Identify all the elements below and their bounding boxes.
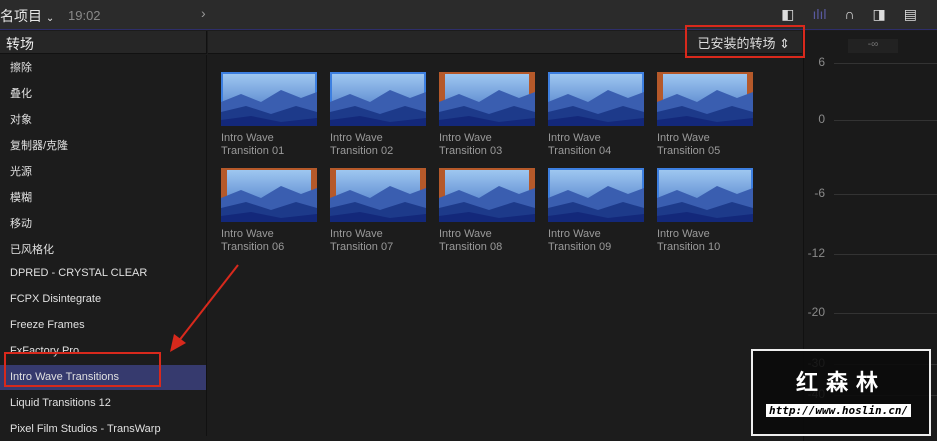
thumbnail-label: Intro Wave <box>330 228 383 240</box>
sidebar-item[interactable]: 叠化 <box>0 79 206 104</box>
sidebar-title: 转场 <box>0 31 207 54</box>
meter-scale-label: -12 <box>807 246 825 260</box>
thumbnail-label: Intro Wave <box>548 228 601 240</box>
thumbnail-label: Intro Wave <box>439 132 492 144</box>
annotation-box-selected <box>4 352 161 387</box>
transition-thumbnail[interactable]: Intro Wave Transition 04 <box>548 72 648 158</box>
sidebar-item[interactable]: 移动 <box>0 209 206 234</box>
chevron-right-icon[interactable]: › <box>201 5 206 21</box>
thumbnail-image <box>439 168 535 222</box>
annotation-box-filter <box>685 25 805 58</box>
thumbnail-label: Transition 02 <box>330 145 394 157</box>
meter-gridline <box>834 63 937 64</box>
transition-thumbnail[interactable]: Intro Wave Transition 06 <box>221 168 321 254</box>
thumbnail-label: Intro Wave <box>221 132 274 144</box>
thumbnail-label: Intro Wave <box>548 132 601 144</box>
thumbnail-image <box>548 168 644 222</box>
thumbnail-label: Transition 05 <box>657 145 721 157</box>
clip-skimming-icon[interactable]: ◧ <box>781 6 794 23</box>
sidebar-item[interactable]: 光源 <box>0 157 206 182</box>
thumbnail-image <box>657 168 753 222</box>
transition-thumbnail[interactable]: Intro Wave Transition 07 <box>330 168 430 254</box>
meter-gridline <box>834 194 937 195</box>
meter-scale-label: 0 <box>818 112 825 126</box>
thumbnail-label: Transition 08 <box>439 241 503 253</box>
transition-thumbnail[interactable]: Intro Wave Transition 01 <box>221 72 321 158</box>
meter-scale-label: -6 <box>814 186 825 200</box>
sidebar-item[interactable]: 已风格化 <box>0 235 206 260</box>
thumbnail-label: Intro Wave <box>439 228 492 240</box>
meter-scale-label: -20 <box>807 305 825 319</box>
meter-scale-label: 6 <box>818 55 825 69</box>
snapping-icon[interactable]: ◨ <box>873 6 886 23</box>
transition-thumbnail[interactable]: Intro Wave Transition 10 <box>657 168 757 254</box>
transition-thumbnail[interactable]: Intro Wave Transition 05 <box>657 72 757 158</box>
chevron-down-icon: ⌄ <box>45 13 55 24</box>
transition-thumbnail[interactable]: Intro Wave Transition 09 <box>548 168 648 254</box>
thumbnail-image <box>330 168 426 222</box>
thumbnail-label: Intro Wave <box>657 132 710 144</box>
duration: 19:02 <box>68 8 101 23</box>
peak-readout: -∞ <box>848 39 898 53</box>
annotation-arrow <box>170 264 239 352</box>
sidebar-item[interactable]: 复制器/克隆 <box>0 131 206 156</box>
project-menu[interactable]: 名项目 ⌄ <box>0 6 54 26</box>
thumbnail-image <box>657 72 753 126</box>
thumbnail-label: Transition 01 <box>221 145 285 157</box>
thumbnail-image <box>439 72 535 126</box>
meter-gridline <box>834 120 937 121</box>
thumbnail-image <box>330 72 426 126</box>
sidebar-item[interactable]: Pixel Film Studios - TransWarp <box>0 417 206 436</box>
thumbnail-image <box>221 168 317 222</box>
sidebar-item[interactable]: 模糊 <box>0 183 206 208</box>
thumbnail-label: Transition 04 <box>548 145 612 157</box>
meter-gridline <box>834 313 937 314</box>
film-icon[interactable]: ▤ <box>904 6 917 23</box>
transition-thumbnail[interactable]: Intro Wave Transition 03 <box>439 72 539 158</box>
thumbnail-label: Intro Wave <box>221 228 274 240</box>
thumbnail-label: Intro Wave <box>657 228 710 240</box>
sidebar-item[interactable]: 对象 <box>0 105 206 130</box>
meter-gridline <box>834 254 937 255</box>
transition-thumbnail[interactable]: Intro Wave Transition 08 <box>439 168 539 254</box>
thumbnail-label: Transition 07 <box>330 241 394 253</box>
transition-grid: Intro Wave Transition 01 Intro Wave Transit… <box>208 55 802 436</box>
thumbnail-label: Transition 03 <box>439 145 503 157</box>
watermark-title: 红森林 <box>795 370 886 395</box>
thumbnail-image <box>548 72 644 126</box>
watermark-url: http://www.hoslin.cn/ <box>766 404 912 417</box>
thumbnail-label: Transition 10 <box>657 241 721 253</box>
transition-thumbnail[interactable]: Intro Wave Transition 02 <box>330 72 430 158</box>
thumbnail-label: Transition 06 <box>221 241 285 253</box>
sidebar-item[interactable]: Liquid Transitions 12 <box>0 391 206 416</box>
watermark: 红森林 http://www.hoslin.cn/ <box>751 349 931 436</box>
thumbnail-label: Intro Wave <box>330 132 383 144</box>
headphones-icon[interactable]: ∩ <box>844 6 854 23</box>
audio-waveform-icon[interactable]: ılıl <box>812 6 826 23</box>
sidebar-item[interactable]: 擦除 <box>0 55 206 78</box>
thumbnail-image <box>221 72 317 126</box>
thumbnail-label: Transition 09 <box>548 241 612 253</box>
